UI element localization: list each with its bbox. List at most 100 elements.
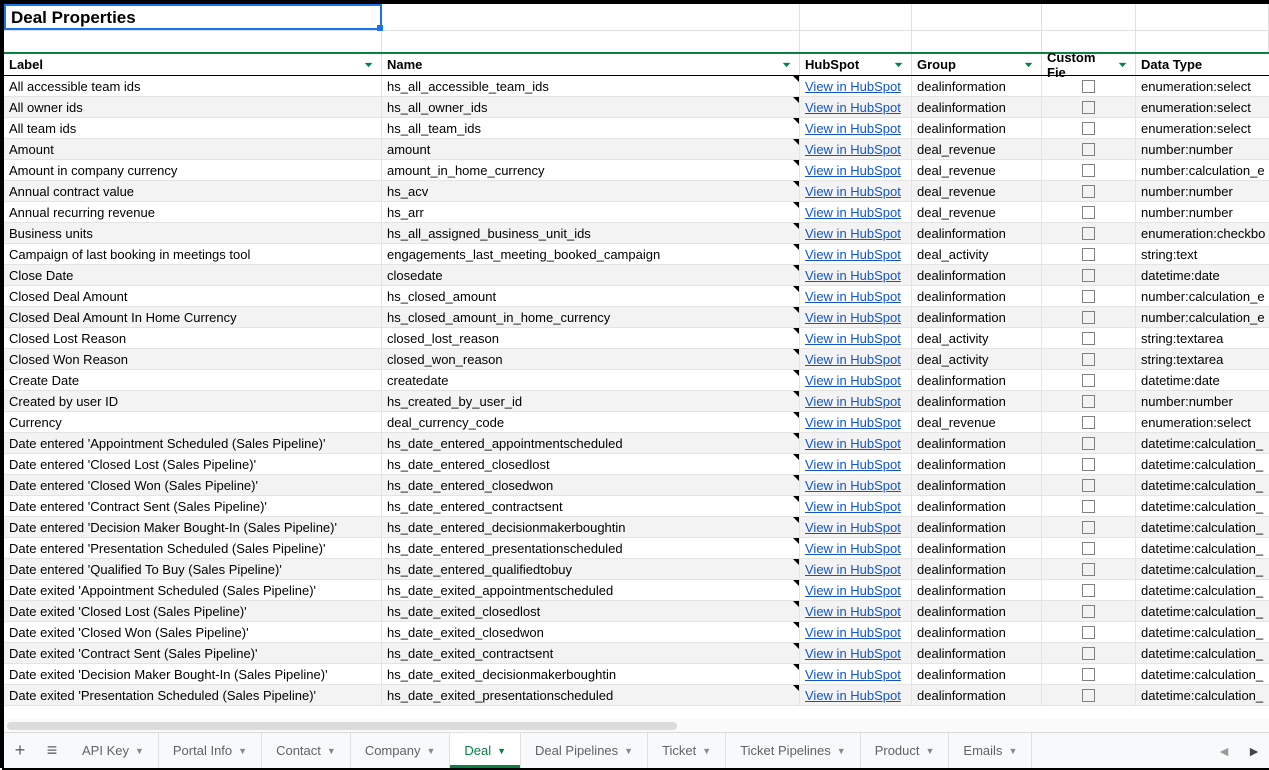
cell-name[interactable]: hs_date_exited_closedlost [382,601,800,621]
sheet-tab[interactable]: Portal Info▼ [159,733,262,768]
checkbox-icon[interactable] [1082,122,1095,135]
cell-datatype[interactable]: enumeration:select [1136,118,1269,138]
cell-datatype[interactable]: number:number [1136,139,1269,159]
cell-custom[interactable] [1042,538,1136,558]
filter-icon[interactable]: ▼ [1116,61,1130,68]
view-in-hubspot-link[interactable]: View in HubSpot [805,331,901,346]
cell-group[interactable]: dealinformation [912,223,1042,243]
cell-group[interactable]: deal_revenue [912,202,1042,222]
checkbox-icon[interactable] [1082,458,1095,471]
table-row[interactable]: Close DateclosedateView in HubSpotdealin… [4,265,1269,286]
header-custom[interactable]: Custom Fie▼ [1042,54,1136,75]
cell-label[interactable]: All owner ids [4,97,382,117]
cell-label[interactable]: Date entered 'Presentation Scheduled (Sa… [4,538,382,558]
cell-name[interactable]: hs_date_exited_appointmentscheduled [382,580,800,600]
cell-datatype[interactable]: number:number [1136,202,1269,222]
cell-name[interactable]: hs_all_owner_ids [382,97,800,117]
horizontal-scrollbar[interactable] [4,719,1269,732]
cell-label[interactable]: Business units [4,223,382,243]
cell-datatype[interactable]: string:textarea [1136,349,1269,369]
cell-group[interactable]: dealinformation [912,496,1042,516]
cell-custom[interactable] [1042,412,1136,432]
checkbox-icon[interactable] [1082,227,1095,240]
cell-group[interactable]: deal_revenue [912,181,1042,201]
add-sheet-button[interactable]: + [4,733,36,768]
view-in-hubspot-link[interactable]: View in HubSpot [805,226,901,241]
checkbox-icon[interactable] [1082,542,1095,555]
cell-custom[interactable] [1042,349,1136,369]
cell-group[interactable]: dealinformation [912,265,1042,285]
cell-name[interactable]: hs_date_entered_qualifiedtobuy [382,559,800,579]
cell-group[interactable]: dealinformation [912,601,1042,621]
cell-custom[interactable] [1042,265,1136,285]
table-row[interactable]: Date entered 'Closed Won (Sales Pipeline… [4,475,1269,496]
cell-datatype[interactable]: datetime:calculation_ [1136,622,1269,642]
cell-group[interactable]: dealinformation [912,643,1042,663]
cell-hubspot[interactable]: View in HubSpot [800,454,912,474]
cell-hubspot[interactable]: View in HubSpot [800,538,912,558]
table-row[interactable]: Campaign of last booking in meetings too… [4,244,1269,265]
cell-label[interactable]: Date exited 'Appointment Scheduled (Sale… [4,580,382,600]
cell-name[interactable]: closed_won_reason [382,349,800,369]
cell-hubspot[interactable]: View in HubSpot [800,181,912,201]
checkbox-icon[interactable] [1082,584,1095,597]
view-in-hubspot-link[interactable]: View in HubSpot [805,247,901,262]
table-row[interactable]: Closed Lost Reasonclosed_lost_reasonView… [4,328,1269,349]
table-row[interactable]: Date exited 'Contract Sent (Sales Pipeli… [4,643,1269,664]
cell-hubspot[interactable]: View in HubSpot [800,76,912,96]
cell-hubspot[interactable]: View in HubSpot [800,286,912,306]
cell-hubspot[interactable]: View in HubSpot [800,559,912,579]
cell-name[interactable]: hs_date_entered_presentationscheduled [382,538,800,558]
checkbox-icon[interactable] [1082,206,1095,219]
cell-name[interactable]: hs_all_team_ids [382,118,800,138]
table-row[interactable]: Date exited 'Appointment Scheduled (Sale… [4,580,1269,601]
cell-datatype[interactable]: number:number [1136,181,1269,201]
checkbox-icon[interactable] [1082,311,1095,324]
filter-icon[interactable]: ▼ [892,61,906,68]
table-row[interactable]: Annual recurring revenuehs_arrView in Hu… [4,202,1269,223]
cell-label[interactable]: Annual recurring revenue [4,202,382,222]
sheet-tab[interactable]: Product▼ [861,733,950,768]
sheet-tab[interactable]: Contact▼ [262,733,351,768]
cell-custom[interactable] [1042,433,1136,453]
chevron-down-icon[interactable]: ▼ [837,746,846,756]
cell-custom[interactable] [1042,160,1136,180]
cell-custom[interactable] [1042,97,1136,117]
cell-custom[interactable] [1042,244,1136,264]
checkbox-icon[interactable] [1082,290,1095,303]
all-sheets-button[interactable]: ≡ [36,733,68,768]
table-row[interactable]: Closed Won Reasonclosed_won_reasonView i… [4,349,1269,370]
cell-group[interactable]: dealinformation [912,307,1042,327]
table-row[interactable]: Create DatecreatedateView in HubSpotdeal… [4,370,1269,391]
cell-hubspot[interactable]: View in HubSpot [800,475,912,495]
checkbox-icon[interactable] [1082,353,1095,366]
cell-label[interactable]: Create Date [4,370,382,390]
cell-label[interactable]: Closed Deal Amount In Home Currency [4,307,382,327]
cell-hubspot[interactable]: View in HubSpot [800,622,912,642]
checkbox-icon[interactable] [1082,416,1095,429]
cell-custom[interactable] [1042,181,1136,201]
cell-group[interactable]: dealinformation [912,685,1042,705]
cell-datatype[interactable]: datetime:calculation_ [1136,496,1269,516]
cell-group[interactable]: dealinformation [912,370,1042,390]
filter-icon[interactable]: ▼ [362,61,376,68]
cell-group[interactable]: dealinformation [912,286,1042,306]
view-in-hubspot-link[interactable]: View in HubSpot [805,289,901,304]
cell-custom[interactable] [1042,76,1136,96]
cell-hubspot[interactable]: View in HubSpot [800,118,912,138]
cell-hubspot[interactable]: View in HubSpot [800,139,912,159]
view-in-hubspot-link[interactable]: View in HubSpot [805,268,901,283]
cell-label[interactable]: Date exited 'Closed Won (Sales Pipeline)… [4,622,382,642]
cell-datatype[interactable]: enumeration:select [1136,76,1269,96]
view-in-hubspot-link[interactable]: View in HubSpot [805,142,901,157]
checkbox-icon[interactable] [1082,437,1095,450]
table-row[interactable]: Date exited 'Decision Maker Bought-In (S… [4,664,1269,685]
cell-datatype[interactable]: datetime:calculation_ [1136,538,1269,558]
cell-datatype[interactable]: enumeration:select [1136,97,1269,117]
cell-custom[interactable] [1042,370,1136,390]
cell-custom[interactable] [1042,643,1136,663]
view-in-hubspot-link[interactable]: View in HubSpot [805,436,901,451]
cell-datatype[interactable]: datetime:date [1136,265,1269,285]
cell-group[interactable]: dealinformation [912,97,1042,117]
cell-datatype[interactable]: datetime:date [1136,370,1269,390]
